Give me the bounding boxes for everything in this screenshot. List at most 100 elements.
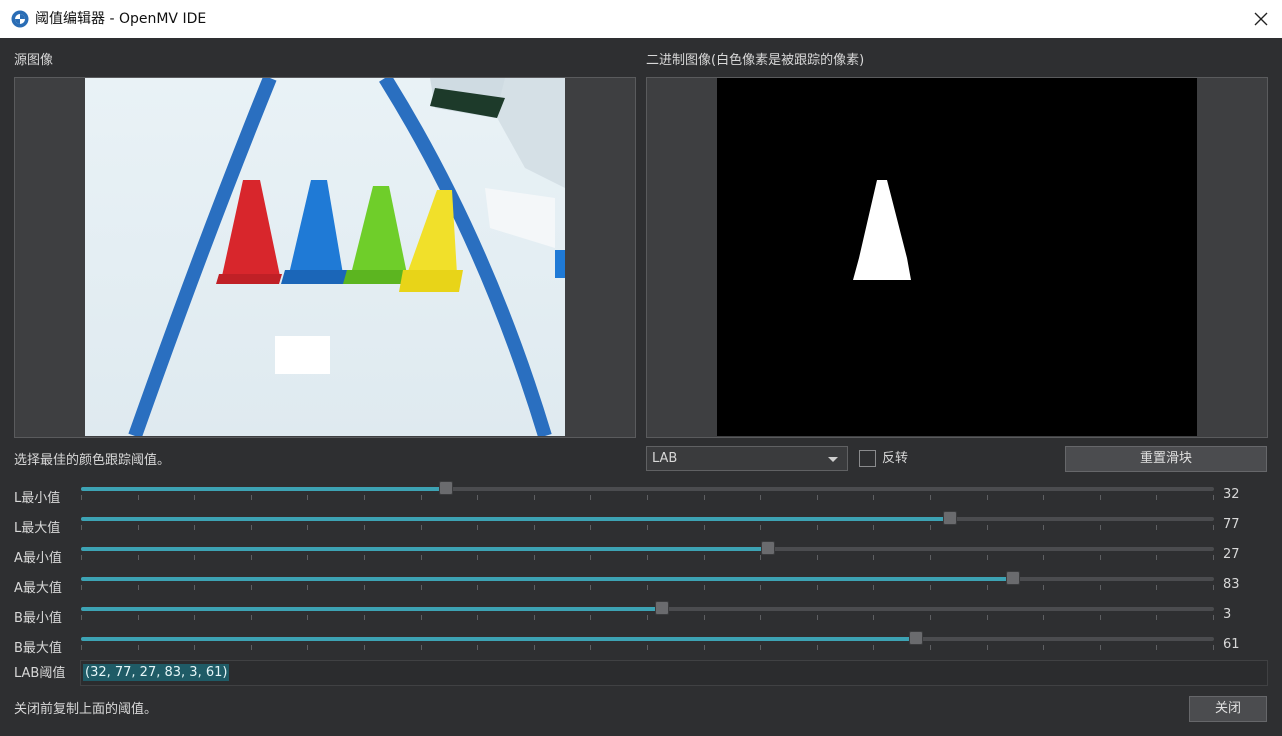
slider-handle[interactable] — [760, 541, 775, 555]
slider-tick — [760, 645, 762, 650]
slider-tick — [1213, 645, 1214, 650]
slider-tick — [703, 585, 705, 590]
slider-tick — [930, 585, 931, 590]
slider-tick — [1043, 495, 1045, 500]
slider-tick — [364, 555, 365, 560]
slider-ticks — [81, 495, 1214, 501]
slider-row: L最小值 32 — [0, 481, 1282, 511]
slider-fill — [81, 637, 917, 641]
slider-track[interactable] — [81, 601, 1214, 615]
slider-tick — [1043, 645, 1045, 650]
slider-track[interactable] — [81, 631, 1214, 645]
slider-tick — [1099, 615, 1101, 620]
slider-tick — [307, 585, 309, 590]
slider-tick — [250, 525, 252, 530]
slider-fill — [81, 487, 446, 491]
slider-track[interactable] — [81, 571, 1214, 585]
slider-tick — [873, 525, 875, 530]
slider-row: A最小值 27 — [0, 541, 1282, 571]
slider-tick — [1156, 615, 1158, 620]
openmv-app-icon — [11, 10, 29, 28]
slider-tick — [816, 525, 818, 530]
color-space-select[interactable]: LAB — [646, 446, 848, 471]
slider-tick — [137, 645, 139, 650]
slider-tick — [81, 555, 82, 560]
invert-checkbox[interactable] — [859, 450, 876, 467]
slider-tick — [420, 615, 422, 620]
slider-tick — [1043, 525, 1045, 530]
slider-handle[interactable] — [1006, 571, 1021, 585]
slider-tick — [533, 645, 535, 650]
slider-row: B最小值 3 — [0, 601, 1282, 631]
chevron-down-icon — [828, 457, 838, 462]
slider-value: 32 — [1223, 487, 1240, 502]
slider-tick — [420, 555, 422, 560]
source-image-label: 源图像 — [14, 53, 54, 68]
slider-track[interactable] — [81, 511, 1214, 525]
slider-tick — [137, 615, 139, 620]
binary-image-frame — [646, 77, 1268, 438]
slider-fill — [81, 547, 768, 551]
slider-tick — [1156, 645, 1158, 650]
slider-tick — [477, 645, 479, 650]
slider-tick — [533, 615, 535, 620]
binary-image-mask — [853, 180, 911, 280]
slider-tick — [137, 585, 139, 590]
slider-handle[interactable] — [655, 601, 670, 615]
slider-tick — [986, 585, 988, 590]
slider-label: B最大值 — [14, 641, 62, 656]
slider-tick — [364, 495, 365, 500]
slider-tick — [81, 645, 82, 650]
slider-tick — [307, 495, 309, 500]
slider-label: A最大值 — [14, 581, 62, 596]
close-window-icon[interactable] — [1246, 4, 1276, 34]
slider-tick — [420, 585, 422, 590]
slider-row: B最大值 61 — [0, 631, 1282, 661]
close-button[interactable]: 关闭 — [1189, 696, 1267, 722]
slider-tick — [477, 555, 479, 560]
slider-tick — [364, 585, 365, 590]
slider-tick — [533, 495, 535, 500]
lab-threshold-label: LAB阈值 — [14, 666, 66, 681]
slider-tick — [816, 555, 818, 560]
slider-tick — [533, 585, 535, 590]
slider-tick — [930, 615, 931, 620]
slider-tick — [81, 525, 82, 530]
slider-tick — [81, 615, 82, 620]
color-space-value: LAB — [652, 451, 678, 466]
slider-tick — [1043, 615, 1045, 620]
slider-handle[interactable] — [438, 481, 453, 495]
slider-tick — [930, 495, 931, 500]
slider-tick — [816, 615, 818, 620]
slider-tick — [816, 495, 818, 500]
slider-tick — [986, 615, 988, 620]
slider-tick — [873, 555, 875, 560]
slider-track[interactable] — [81, 481, 1214, 495]
slider-tick — [816, 645, 818, 650]
slider-tick — [1099, 495, 1101, 500]
slider-tick — [703, 615, 705, 620]
slider-tick — [816, 585, 818, 590]
slider-handle[interactable] — [943, 511, 957, 525]
slider-ticks — [81, 525, 1214, 531]
slider-tick — [1213, 555, 1214, 560]
slider-tick — [420, 645, 422, 650]
slider-tick — [533, 555, 535, 560]
slider-tick — [194, 585, 196, 590]
slider-tick — [590, 555, 592, 560]
slider-tick — [873, 615, 875, 620]
slider-tick — [250, 585, 252, 590]
slider-tick — [137, 555, 139, 560]
slider-value: 27 — [1223, 547, 1240, 562]
slider-tick — [930, 525, 931, 530]
slider-handle[interactable] — [909, 631, 924, 645]
slider-tick — [1213, 525, 1214, 530]
reset-sliders-button[interactable]: 重置滑块 — [1065, 446, 1267, 472]
slider-tick — [194, 555, 196, 560]
slider-tick — [420, 525, 422, 530]
slider-tick — [703, 495, 705, 500]
lab-threshold-field[interactable]: (32, 77, 27, 83, 3, 61) — [80, 660, 1268, 686]
slider-tick — [250, 495, 252, 500]
slider-track[interactable] — [81, 541, 1214, 555]
instruction-text: 选择最佳的颜色跟踪阈值。 — [14, 453, 171, 468]
